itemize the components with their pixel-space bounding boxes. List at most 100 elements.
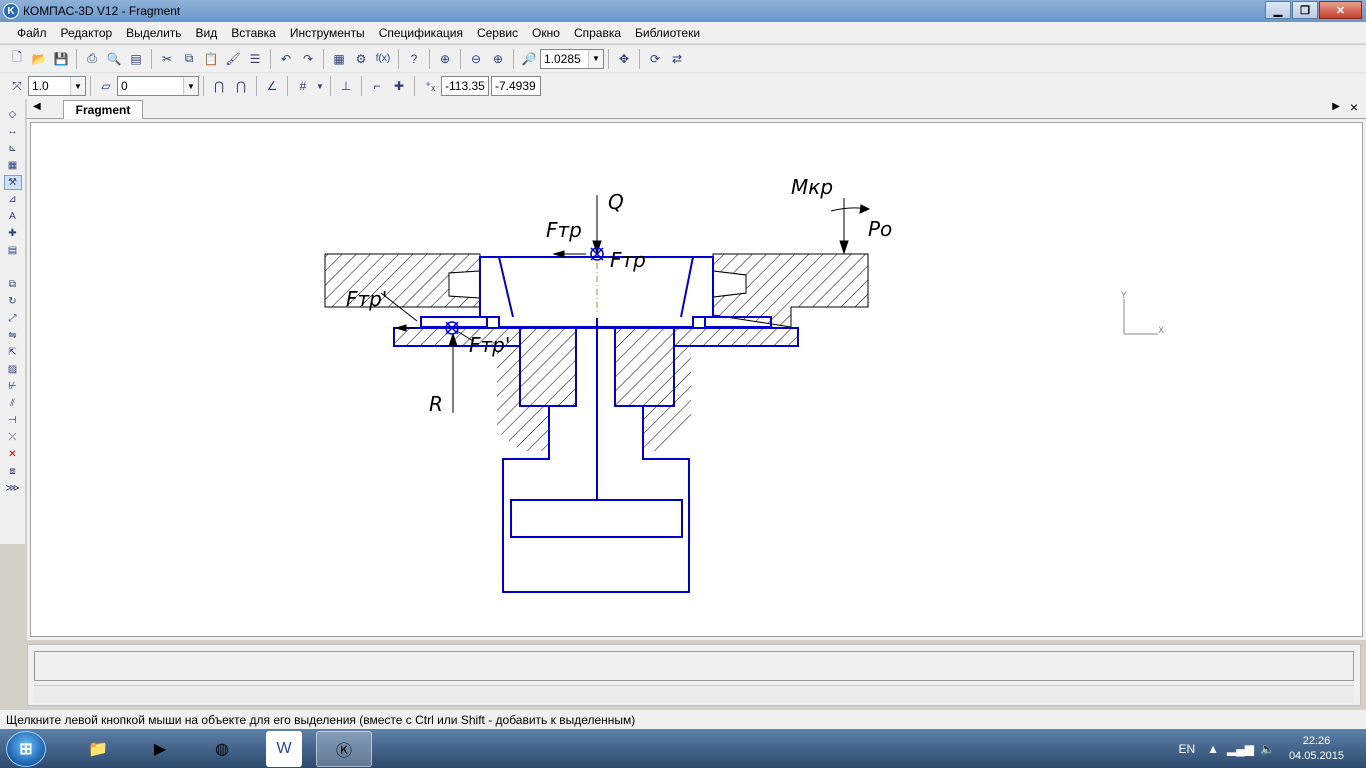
- show-hidden-icons-icon[interactable]: ▲: [1207, 742, 1219, 756]
- language-indicator[interactable]: EN: [1178, 742, 1195, 756]
- menu-select[interactable]: Выделить: [126, 26, 181, 40]
- geometry-icon[interactable]: ◇: [4, 107, 22, 122]
- rotate-icon[interactable]: ↻: [4, 294, 22, 309]
- menu-libraries[interactable]: Библиотеки: [635, 26, 700, 40]
- save-icon[interactable]: 💾: [51, 49, 71, 69]
- zoom-scale-icon[interactable]: 🔎: [519, 49, 539, 69]
- edit-icon[interactable]: ▦: [4, 158, 22, 173]
- chevron-down-icon[interactable]: ▼: [315, 76, 325, 96]
- taskbar-explorer-icon[interactable]: 📁: [70, 731, 126, 767]
- clock[interactable]: 22:26 04.05.2015: [1289, 734, 1344, 764]
- minimize-button[interactable]: ▁: [1265, 1, 1291, 19]
- network-signal-icon[interactable]: ▂▄▆: [1227, 742, 1254, 756]
- tab-scroll-right-icon[interactable]: ▶: [1332, 101, 1340, 112]
- scale-icon[interactable]: ⤧: [7, 76, 27, 96]
- dimensions-icon[interactable]: ↔: [4, 124, 22, 139]
- chevron-down-icon[interactable]: ▼: [70, 77, 85, 95]
- parametrization-icon[interactable]: ⚒: [3, 175, 22, 190]
- scale-object-icon[interactable]: ⤢: [4, 311, 22, 326]
- selection-icon[interactable]: A: [4, 209, 22, 224]
- layer-icon[interactable]: ▱: [96, 76, 116, 96]
- associative-views-icon[interactable]: ✚: [4, 226, 22, 241]
- zoom-combo[interactable]: 1.0285 ▼: [540, 48, 604, 69]
- print-preview-icon[interactable]: 🔍: [104, 49, 124, 69]
- extend-icon[interactable]: ⊣: [4, 413, 22, 428]
- zoom-in-icon[interactable]: ⊕: [488, 49, 508, 69]
- designations-icon[interactable]: ⊾: [4, 141, 22, 156]
- snap-toggle-icon[interactable]: ✚: [389, 76, 409, 96]
- open-icon[interactable]: 📂: [29, 49, 49, 69]
- close-button[interactable]: ✕: [1319, 1, 1362, 19]
- chevron-down-icon[interactable]: ▼: [588, 49, 603, 68]
- pan-icon[interactable]: ✥: [614, 49, 634, 69]
- toolbar-separator: [203, 76, 204, 96]
- measure-icon[interactable]: ⊿: [4, 192, 22, 207]
- menu-help[interactable]: Справка: [574, 26, 621, 40]
- toolbar-separator: [414, 76, 415, 96]
- array-icon[interactable]: ⧈: [4, 464, 22, 479]
- menu-specification[interactable]: Спецификация: [379, 26, 463, 40]
- help-cursor-icon[interactable]: ?: [404, 49, 424, 69]
- coord-y-field[interactable]: -7.4939: [491, 76, 541, 96]
- taskbar-word-icon[interactable]: W: [266, 730, 302, 767]
- menu-view[interactable]: Вид: [196, 26, 218, 40]
- menu-editor[interactable]: Редактор: [61, 26, 113, 40]
- symmetry-icon[interactable]: ⇋: [4, 328, 22, 343]
- copy-object-icon[interactable]: ⧉: [4, 277, 22, 292]
- delete-icon[interactable]: ✕: [4, 447, 22, 462]
- zoom-out-icon[interactable]: ⊖: [466, 49, 486, 69]
- redo-icon[interactable]: ↷: [298, 49, 318, 69]
- maximize-button[interactable]: ❐: [1292, 1, 1318, 19]
- properties-icon[interactable]: ▤: [126, 49, 146, 69]
- volume-icon[interactable]: 🔈: [1260, 742, 1275, 756]
- copy-icon[interactable]: ⧉: [179, 49, 199, 69]
- coord-x-field[interactable]: -113.35: [441, 76, 489, 96]
- manager-icon[interactable]: ▦: [329, 49, 349, 69]
- toolbar-separator: [460, 48, 461, 69]
- toolbar-separator: [361, 76, 362, 96]
- rebuild-icon[interactable]: ⇄: [667, 49, 687, 69]
- undo-icon[interactable]: ↶: [276, 49, 296, 69]
- variables-fx-icon[interactable]: f(x): [373, 49, 393, 69]
- menu-service[interactable]: Сервис: [477, 26, 518, 40]
- specification-icon[interactable]: ▤: [4, 243, 22, 258]
- tab-close-icon[interactable]: ×: [1350, 99, 1358, 115]
- properties-panel-content[interactable]: [34, 651, 1354, 681]
- tab-scroll-left-icon[interactable]: ◀: [33, 101, 41, 112]
- print-icon[interactable]: ⎙: [82, 49, 102, 69]
- split-icon[interactable]: ⤫: [4, 430, 22, 445]
- refresh-view-icon[interactable]: ⟳: [645, 49, 665, 69]
- trim-icon[interactable]: ⊬: [4, 379, 22, 394]
- menu-window[interactable]: Окно: [532, 26, 560, 40]
- local-coordinate-icon[interactable]: ⊥: [336, 76, 356, 96]
- format-painter-icon[interactable]: 🖌: [223, 49, 243, 69]
- break-icon[interactable]: ⫽: [4, 396, 22, 411]
- menu-insert[interactable]: Вставка: [231, 26, 276, 40]
- menu-file[interactable]: Файл: [17, 26, 47, 40]
- drawing-canvas[interactable]: Q Мкр Ро Fтр Fтр Fтр' Fтр' R X Y: [30, 122, 1363, 637]
- taskbar-media-player-icon[interactable]: ▶: [132, 731, 188, 767]
- library-manager-icon[interactable]: ⚙: [351, 49, 371, 69]
- tab-fragment[interactable]: Fragment: [63, 100, 143, 119]
- compact-toolbar: ◇ ↔ ⊾ ▦ ⚒ ⊿ A ✚ ▤ ⧉ ↻ ⤢ ⇋ ⇱ ▨ ⊬ ⫽ ⊣ ⤫ ✕ …: [0, 99, 26, 544]
- scale-combo[interactable]: 1.0 ▼: [28, 76, 86, 96]
- ortho-icon[interactable]: ∠: [262, 76, 282, 96]
- hatch-icon[interactable]: ▨: [4, 362, 22, 377]
- local-snap-icon[interactable]: ⋂: [231, 76, 251, 96]
- explode-icon[interactable]: ⋙: [4, 481, 22, 496]
- paste-icon[interactable]: 📋: [201, 49, 221, 69]
- orthogonal-mode-icon[interactable]: ⌐: [367, 76, 387, 96]
- layer-combo[interactable]: 0 ▼: [117, 76, 199, 96]
- taskbar-kompas-icon[interactable]: Ⓚ: [316, 730, 372, 767]
- chevron-down-icon[interactable]: ▼: [183, 77, 198, 95]
- snap-magnet-icon[interactable]: ⋂: [209, 76, 229, 96]
- taskbar-browser-icon[interactable]: ◍: [194, 731, 250, 767]
- deform-icon[interactable]: ⇱: [4, 345, 22, 360]
- list-icon[interactable]: ☰: [245, 49, 265, 69]
- cut-icon[interactable]: ✂: [157, 49, 177, 69]
- grid-icon[interactable]: #: [293, 76, 313, 96]
- zoom-window-icon[interactable]: ⊕: [435, 49, 455, 69]
- start-button[interactable]: ⊞: [6, 730, 46, 767]
- new-document-icon[interactable]: 🗋: [7, 49, 27, 69]
- menu-tools[interactable]: Инструменты: [290, 26, 365, 40]
